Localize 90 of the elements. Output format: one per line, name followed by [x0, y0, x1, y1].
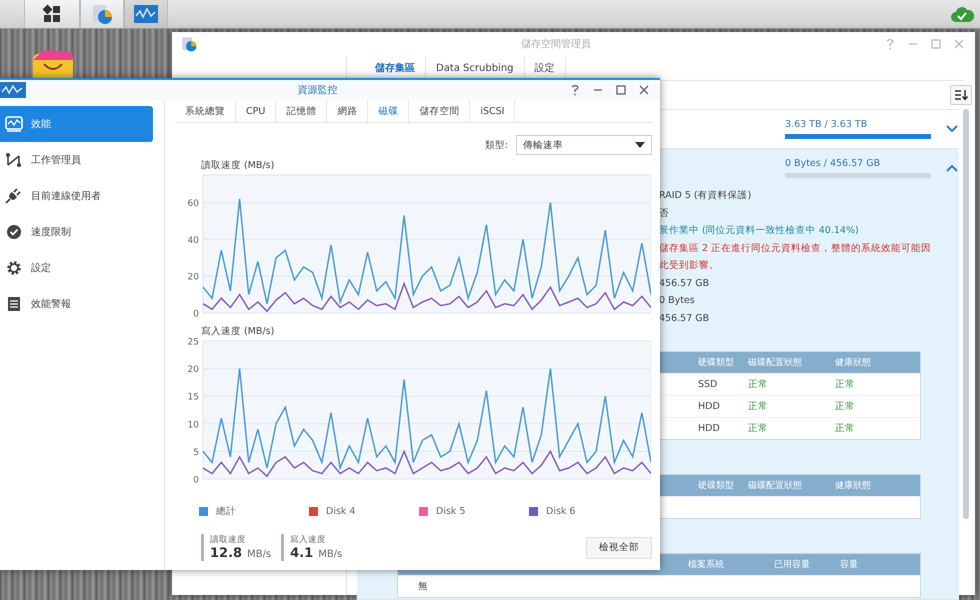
table-cell-text: HDD: [698, 401, 721, 412]
monitor-icon: [0, 82, 26, 98]
grid-icon: [42, 4, 62, 24]
table-cell-text: 正常: [748, 400, 769, 413]
legend-label: Disk 5: [436, 506, 466, 517]
stat-unit: MB/s: [247, 549, 272, 560]
table-cell-text: HDD: [698, 423, 721, 434]
capacity-text: 3.63 TB / 3.63 TB: [785, 119, 868, 130]
detail-text: 儲存集區 2 正在進行同位元資料檢查，整體的系統效能可能因此受到影響。: [659, 242, 932, 273]
column-header: 磁碟配置狀態: [748, 480, 803, 492]
sidebar-item[interactable]: 速度限制: [0, 214, 153, 250]
type-dropdown[interactable]: 傳輸速率: [516, 135, 652, 155]
window-title: 資源監控: [296, 84, 338, 97]
stat-value: 12.8: [210, 546, 242, 561]
cloud-check-icon[interactable]: [950, 4, 974, 24]
chart-title: 寫入速度 (MB/s): [201, 325, 276, 337]
table-cell-text: 無: [417, 580, 428, 593]
stat-label: 讀取速度: [210, 534, 247, 546]
close-icon[interactable]: [638, 84, 650, 96]
chevron-down-icon[interactable]: [945, 124, 959, 134]
column-header: 容量: [840, 558, 859, 571]
capacity-text: 0 Bytes / 456.57 GB: [785, 158, 882, 169]
sidebar-item[interactable]: 效能警報: [0, 286, 153, 322]
tab[interactable]: CPU: [236, 100, 276, 122]
table-cell-text: 正常: [748, 378, 769, 391]
tab[interactable]: iSCSI: [470, 100, 516, 122]
sort-button[interactable]: [950, 85, 972, 105]
column-header: 硬碟類型: [698, 480, 735, 492]
column-header: 已用容量: [774, 558, 811, 571]
settings-icon: [5, 260, 23, 276]
tab[interactable]: 磁碟: [368, 100, 410, 122]
storage-icon: [180, 35, 198, 53]
tab[interactable]: 系統總覽: [175, 100, 236, 122]
stat-value: 4.1: [290, 546, 314, 561]
field-label: 類型:: [484, 138, 508, 152]
table-cell-text: 正常: [835, 378, 856, 391]
detail-text: 否: [659, 206, 670, 220]
table-cell-text: SSD: [698, 379, 718, 390]
chart-title: 讀取速度 (MB/s): [201, 159, 276, 171]
tab[interactable]: 網路: [327, 100, 368, 122]
axis-label: 20: [188, 365, 199, 376]
sidebar-item[interactable]: 目前連線使用者: [0, 178, 153, 214]
taskbar-app-button[interactable]: [124, 0, 168, 28]
axis-label: 0: [193, 310, 199, 320]
taskbar-app-button[interactable]: [80, 0, 124, 28]
detail-text: 景作業中 (同位元資料一致性檢查中 40.14%): [659, 224, 860, 238]
axis-label: 20: [188, 272, 199, 283]
table-cell-text: 正常: [835, 400, 856, 413]
view-all-button[interactable]: 檢視全部: [586, 536, 652, 558]
sidebar-item[interactable]: 設定: [0, 250, 153, 286]
axis-label: 0: [193, 476, 199, 486]
storage-icon: [90, 2, 114, 26]
axis-label: 60: [188, 199, 199, 210]
window-title: 儲存空間管理員: [520, 38, 592, 51]
table-cell-text: 正常: [835, 422, 856, 435]
column-header: 檔案系統: [688, 558, 725, 571]
column-header: 硬碟類型: [698, 356, 735, 369]
axis-label: 10: [188, 420, 199, 430]
column-header: 健康狀態: [835, 480, 872, 492]
main-menu-button[interactable]: [24, 0, 80, 28]
nodes-icon: [5, 152, 23, 168]
column-header: 健康狀態: [835, 356, 872, 369]
stat-unit: MB/s: [318, 549, 342, 560]
column-header: 磁碟配置狀態: [748, 356, 803, 369]
tab[interactable]: 儲存空間: [409, 100, 470, 122]
legend-label: Disk 4: [326, 506, 356, 517]
axis-label: 15: [188, 392, 199, 403]
scrollbar[interactable]: [963, 109, 969, 519]
sidebar-item[interactable]: 效能: [0, 106, 153, 142]
chart-icon: [5, 116, 23, 132]
legend-label: 總計: [216, 505, 236, 518]
detail-text: 456.57 GB: [659, 276, 710, 290]
sort-icon: [954, 89, 968, 101]
maximize-icon[interactable]: [615, 84, 627, 96]
chevron-up-icon[interactable]: [945, 163, 959, 173]
stat-label: 寫入速度: [290, 534, 328, 546]
axis-label: 5: [193, 448, 199, 458]
help-icon[interactable]: [569, 84, 581, 96]
tab[interactable]: 記憶體: [276, 100, 328, 122]
legend-label: Disk 6: [546, 506, 576, 517]
check-circle-icon: [5, 224, 23, 240]
detail-text: 456.57 GB: [659, 312, 710, 326]
axis-label: 25: [188, 338, 199, 348]
plug-icon: [5, 188, 23, 204]
axis-label: 40: [188, 236, 199, 246]
detail-text: RAID 5 (有資料保護): [659, 189, 752, 203]
list-icon: [5, 296, 23, 312]
sidebar-item[interactable]: 工作管理員: [0, 142, 153, 178]
monitor-icon: [133, 4, 159, 24]
table-cell-text: 正常: [748, 422, 769, 435]
